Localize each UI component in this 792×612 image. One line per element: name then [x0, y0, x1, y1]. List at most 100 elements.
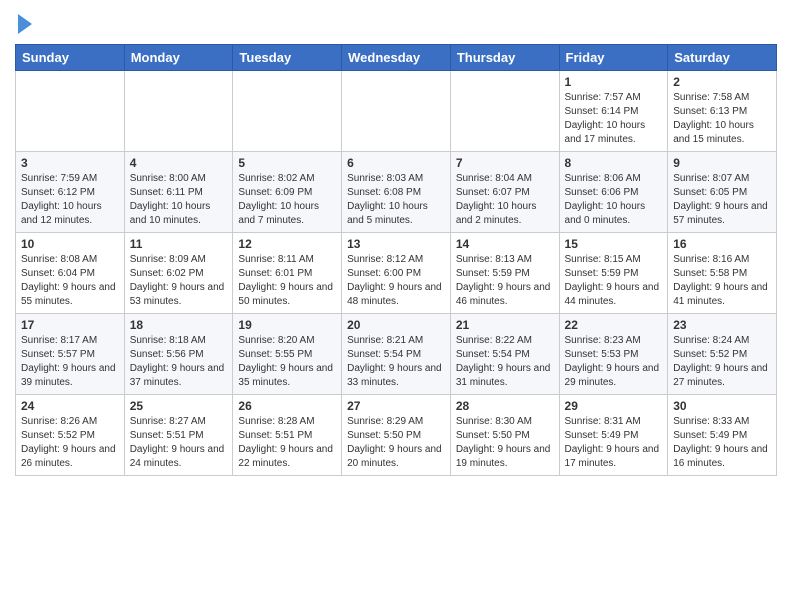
day-number: 1	[565, 75, 663, 89]
calendar-week-row: 3 Sunrise: 7:59 AM Sunset: 6:12 PM Daylig…	[16, 152, 777, 233]
day-number: 4	[130, 156, 228, 170]
day-content: Sunrise: 8:06 AM Sunset: 6:06 PM Dayligh…	[565, 172, 663, 228]
calendar-day-cell: 15 Sunrise: 8:15 AM Sunset: 5:59 PM Dayli…	[559, 233, 668, 314]
calendar-day-cell: 12Sunrise: 8:11 AM Sunset: 6:01 PM Dayli…	[233, 233, 342, 314]
calendar-day-cell: 16 Sunrise: 8:16 AM Sunset: 5:58 PM Dayli…	[668, 233, 777, 314]
calendar-header-row: SundayMondayTuesdayWednesdayThursdayFrid…	[16, 45, 777, 71]
calendar-day-cell	[233, 71, 342, 152]
day-content: Sunrise: 8:13 AM Sunset: 5:59 PM Dayligh…	[456, 253, 554, 309]
day-content: Sunrise: 7:57 AM Sunset: 6:14 PM Dayligh…	[565, 91, 663, 147]
day-number: 3	[21, 156, 119, 170]
calendar-week-row: 17 Sunrise: 8:17 AM Sunset: 5:57 PM Dayli…	[16, 314, 777, 395]
calendar-day-header: Sunday	[16, 45, 125, 71]
calendar-week-row: 24 Sunrise: 8:26 AM Sunset: 5:52 PM Dayli…	[16, 395, 777, 476]
day-number: 5	[238, 156, 336, 170]
day-content: Sunrise: 8:31 AM Sunset: 5:49 PM Dayligh…	[565, 415, 663, 471]
calendar-day-cell: 11 Sunrise: 8:09 AM Sunset: 6:02 PM Dayli…	[124, 233, 233, 314]
calendar-day-cell: 7 Sunrise: 8:04 AM Sunset: 6:07 PM Daylig…	[450, 152, 559, 233]
header	[15, 10, 777, 34]
day-content: Sunrise: 8:22 AM Sunset: 5:54 PM Dayligh…	[456, 334, 554, 390]
day-content: Sunrise: 8:24 AM Sunset: 5:52 PM Dayligh…	[673, 334, 771, 390]
day-content: Sunrise: 8:21 AM Sunset: 5:54 PM Dayligh…	[347, 334, 445, 390]
calendar-day-cell	[16, 71, 125, 152]
day-number: 20	[347, 318, 445, 332]
calendar-day-cell	[450, 71, 559, 152]
logo-arrow-icon	[18, 14, 32, 34]
day-number: 16	[673, 237, 771, 251]
day-number: 27	[347, 399, 445, 413]
day-content: Sunrise: 8:11 AM Sunset: 6:01 PM Dayligh…	[238, 253, 336, 309]
day-number: 22	[565, 318, 663, 332]
day-content: Sunrise: 8:07 AM Sunset: 6:05 PM Dayligh…	[673, 172, 771, 228]
day-number: 15	[565, 237, 663, 251]
calendar-day-cell: 6 Sunrise: 8:03 AM Sunset: 6:08 PM Daylig…	[342, 152, 451, 233]
calendar-day-cell: 14Sunrise: 8:13 AM Sunset: 5:59 PM Dayli…	[450, 233, 559, 314]
calendar-day-header: Tuesday	[233, 45, 342, 71]
day-number: 19	[238, 318, 336, 332]
day-number: 18	[130, 318, 228, 332]
calendar-table: SundayMondayTuesdayWednesdayThursdayFrid…	[15, 44, 777, 476]
calendar-day-cell: 21Sunrise: 8:22 AM Sunset: 5:54 PM Dayli…	[450, 314, 559, 395]
calendar-day-cell: 8Sunrise: 8:06 AM Sunset: 6:06 PM Daylig…	[559, 152, 668, 233]
logo	[15, 10, 32, 34]
day-number: 17	[21, 318, 119, 332]
calendar-day-cell: 28Sunrise: 8:30 AM Sunset: 5:50 PM Dayli…	[450, 395, 559, 476]
day-number: 13	[347, 237, 445, 251]
day-content: Sunrise: 8:23 AM Sunset: 5:53 PM Dayligh…	[565, 334, 663, 390]
day-number: 26	[238, 399, 336, 413]
calendar-day-cell: 9 Sunrise: 8:07 AM Sunset: 6:05 PM Daylig…	[668, 152, 777, 233]
calendar-day-cell: 20 Sunrise: 8:21 AM Sunset: 5:54 PM Dayli…	[342, 314, 451, 395]
calendar-day-cell: 4 Sunrise: 8:00 AM Sunset: 6:11 PM Daylig…	[124, 152, 233, 233]
calendar-day-cell: 2 Sunrise: 7:58 AM Sunset: 6:13 PM Daylig…	[668, 71, 777, 152]
day-number: 25	[130, 399, 228, 413]
calendar-day-cell: 10 Sunrise: 8:08 AM Sunset: 6:04 PM Dayli…	[16, 233, 125, 314]
day-number: 10	[21, 237, 119, 251]
day-content: Sunrise: 8:09 AM Sunset: 6:02 PM Dayligh…	[130, 253, 228, 309]
day-content: Sunrise: 8:28 AM Sunset: 5:51 PM Dayligh…	[238, 415, 336, 471]
calendar-day-cell: 26 Sunrise: 8:28 AM Sunset: 5:51 PM Dayli…	[233, 395, 342, 476]
calendar-day-header: Monday	[124, 45, 233, 71]
calendar-day-cell: 1 Sunrise: 7:57 AM Sunset: 6:14 PM Daylig…	[559, 71, 668, 152]
day-number: 11	[130, 237, 228, 251]
day-content: Sunrise: 8:26 AM Sunset: 5:52 PM Dayligh…	[21, 415, 119, 471]
day-content: Sunrise: 8:20 AM Sunset: 5:55 PM Dayligh…	[238, 334, 336, 390]
day-content: Sunrise: 8:27 AM Sunset: 5:51 PM Dayligh…	[130, 415, 228, 471]
calendar-day-header: Thursday	[450, 45, 559, 71]
day-number: 30	[673, 399, 771, 413]
calendar-week-row: 1 Sunrise: 7:57 AM Sunset: 6:14 PM Daylig…	[16, 71, 777, 152]
day-content: Sunrise: 8:15 AM Sunset: 5:59 PM Dayligh…	[565, 253, 663, 309]
day-content: Sunrise: 8:08 AM Sunset: 6:04 PM Dayligh…	[21, 253, 119, 309]
day-number: 28	[456, 399, 554, 413]
day-number: 9	[673, 156, 771, 170]
day-number: 24	[21, 399, 119, 413]
day-content: Sunrise: 8:12 AM Sunset: 6:00 PM Dayligh…	[347, 253, 445, 309]
day-content: Sunrise: 8:18 AM Sunset: 5:56 PM Dayligh…	[130, 334, 228, 390]
day-content: Sunrise: 7:58 AM Sunset: 6:13 PM Dayligh…	[673, 91, 771, 147]
calendar-day-cell: 18 Sunrise: 8:18 AM Sunset: 5:56 PM Dayli…	[124, 314, 233, 395]
calendar-day-cell: 22 Sunrise: 8:23 AM Sunset: 5:53 PM Dayli…	[559, 314, 668, 395]
day-content: Sunrise: 8:16 AM Sunset: 5:58 PM Dayligh…	[673, 253, 771, 309]
day-content: Sunrise: 8:17 AM Sunset: 5:57 PM Dayligh…	[21, 334, 119, 390]
calendar-day-cell: 29 Sunrise: 8:31 AM Sunset: 5:49 PM Dayli…	[559, 395, 668, 476]
day-number: 7	[456, 156, 554, 170]
day-number: 6	[347, 156, 445, 170]
calendar-day-cell: 25 Sunrise: 8:27 AM Sunset: 5:51 PM Dayli…	[124, 395, 233, 476]
day-number: 23	[673, 318, 771, 332]
calendar-day-cell: 19 Sunrise: 8:20 AM Sunset: 5:55 PM Dayli…	[233, 314, 342, 395]
calendar-day-cell: 24 Sunrise: 8:26 AM Sunset: 5:52 PM Dayli…	[16, 395, 125, 476]
day-content: Sunrise: 8:03 AM Sunset: 6:08 PM Dayligh…	[347, 172, 445, 228]
page: SundayMondayTuesdayWednesdayThursdayFrid…	[0, 0, 792, 491]
calendar-day-cell: 3 Sunrise: 7:59 AM Sunset: 6:12 PM Daylig…	[16, 152, 125, 233]
calendar-day-cell	[124, 71, 233, 152]
day-content: Sunrise: 8:29 AM Sunset: 5:50 PM Dayligh…	[347, 415, 445, 471]
calendar-day-cell: 17 Sunrise: 8:17 AM Sunset: 5:57 PM Dayli…	[16, 314, 125, 395]
day-content: Sunrise: 8:04 AM Sunset: 6:07 PM Dayligh…	[456, 172, 554, 228]
calendar-day-cell: 30Sunrise: 8:33 AM Sunset: 5:49 PM Dayli…	[668, 395, 777, 476]
day-content: Sunrise: 7:59 AM Sunset: 6:12 PM Dayligh…	[21, 172, 119, 228]
day-content: Sunrise: 8:00 AM Sunset: 6:11 PM Dayligh…	[130, 172, 228, 228]
calendar-day-cell: 5Sunrise: 8:02 AM Sunset: 6:09 PM Daylig…	[233, 152, 342, 233]
calendar-day-cell	[342, 71, 451, 152]
day-number: 29	[565, 399, 663, 413]
calendar-day-header: Friday	[559, 45, 668, 71]
day-number: 2	[673, 75, 771, 89]
